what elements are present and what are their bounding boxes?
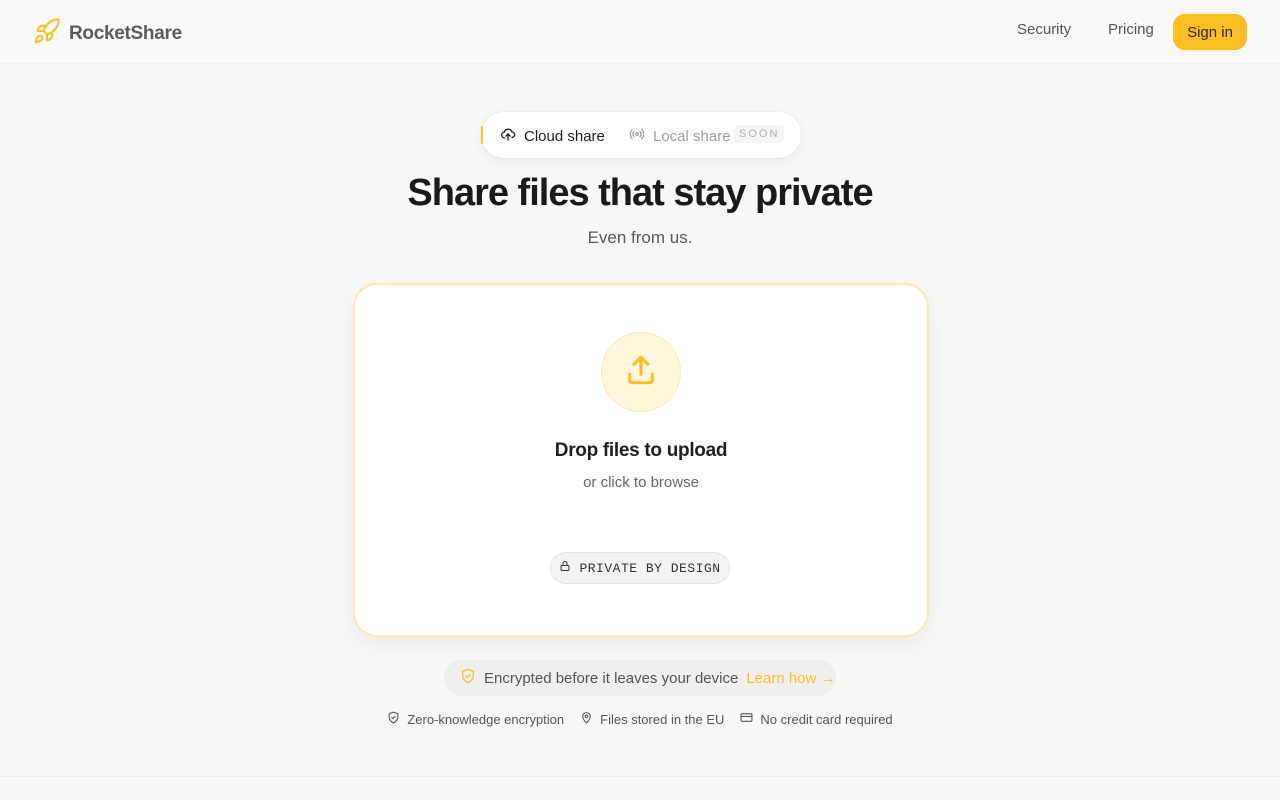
drop-subtitle: or click to browse bbox=[583, 474, 699, 491]
feature-label: Zero-knowledge encryption bbox=[407, 711, 565, 727]
feature-item: No credit card required bbox=[740, 711, 893, 727]
feature-label: Files stored in the EU bbox=[600, 711, 725, 727]
logo[interactable]: RocketShare bbox=[33, 17, 182, 50]
drop-title: Drop files to upload bbox=[554, 440, 728, 461]
share-mode-toggle: Cloud share Local share SOON bbox=[481, 112, 801, 158]
credit-card-icon bbox=[740, 711, 760, 727]
nav-pricing-link[interactable]: Pricing bbox=[1108, 21, 1154, 38]
file-drop-zone[interactable]: Drop files to upload or click to browse … bbox=[353, 283, 929, 637]
app-name: RocketShare bbox=[69, 22, 182, 44]
lock-icon bbox=[559, 560, 579, 576]
private-by-design-badge: PRIVATE BY DESIGN bbox=[550, 552, 730, 584]
learn-how-link[interactable]: Learn how → bbox=[746, 670, 835, 687]
feature-item: Files stored in the EU bbox=[580, 711, 724, 727]
shield-icon bbox=[460, 668, 484, 688]
footer-divider bbox=[0, 776, 1280, 777]
map-pin-icon bbox=[580, 711, 600, 727]
top-header: RocketShare Security Pricing Sign in bbox=[0, 0, 1280, 64]
soon-badge: SOON bbox=[734, 125, 785, 143]
private-badge-label: PRIVATE BY DESIGN bbox=[579, 560, 721, 576]
page-title: Share files that stay private bbox=[407, 172, 873, 214]
active-indicator bbox=[481, 126, 483, 144]
upload-icon bbox=[624, 353, 658, 392]
tab-local-share[interactable]: Local share bbox=[629, 126, 731, 146]
tab-cloud-label: Cloud share bbox=[524, 127, 605, 145]
encryption-text: Encrypted before it leaves your device bbox=[484, 669, 739, 687]
rocket-icon bbox=[33, 17, 61, 50]
upload-icon-circle bbox=[601, 332, 681, 412]
sign-in-button[interactable]: Sign in bbox=[1173, 14, 1247, 50]
feature-label: No credit card required bbox=[760, 711, 893, 727]
tab-local-label: Local share bbox=[653, 127, 731, 145]
broadcast-icon bbox=[629, 126, 653, 146]
feature-list: Zero-knowledge encryption Files stored i… bbox=[0, 711, 1280, 727]
feature-item: Zero-knowledge encryption bbox=[387, 711, 564, 727]
shield-check-icon bbox=[387, 711, 407, 727]
nav-security-link[interactable]: Security bbox=[1017, 21, 1071, 38]
encryption-notice: Encrypted before it leaves your device L… bbox=[444, 660, 836, 696]
tab-cloud-share[interactable]: Cloud share bbox=[500, 126, 605, 146]
page-subtitle: Even from us. bbox=[587, 228, 693, 247]
cloud-upload-icon bbox=[500, 126, 524, 146]
